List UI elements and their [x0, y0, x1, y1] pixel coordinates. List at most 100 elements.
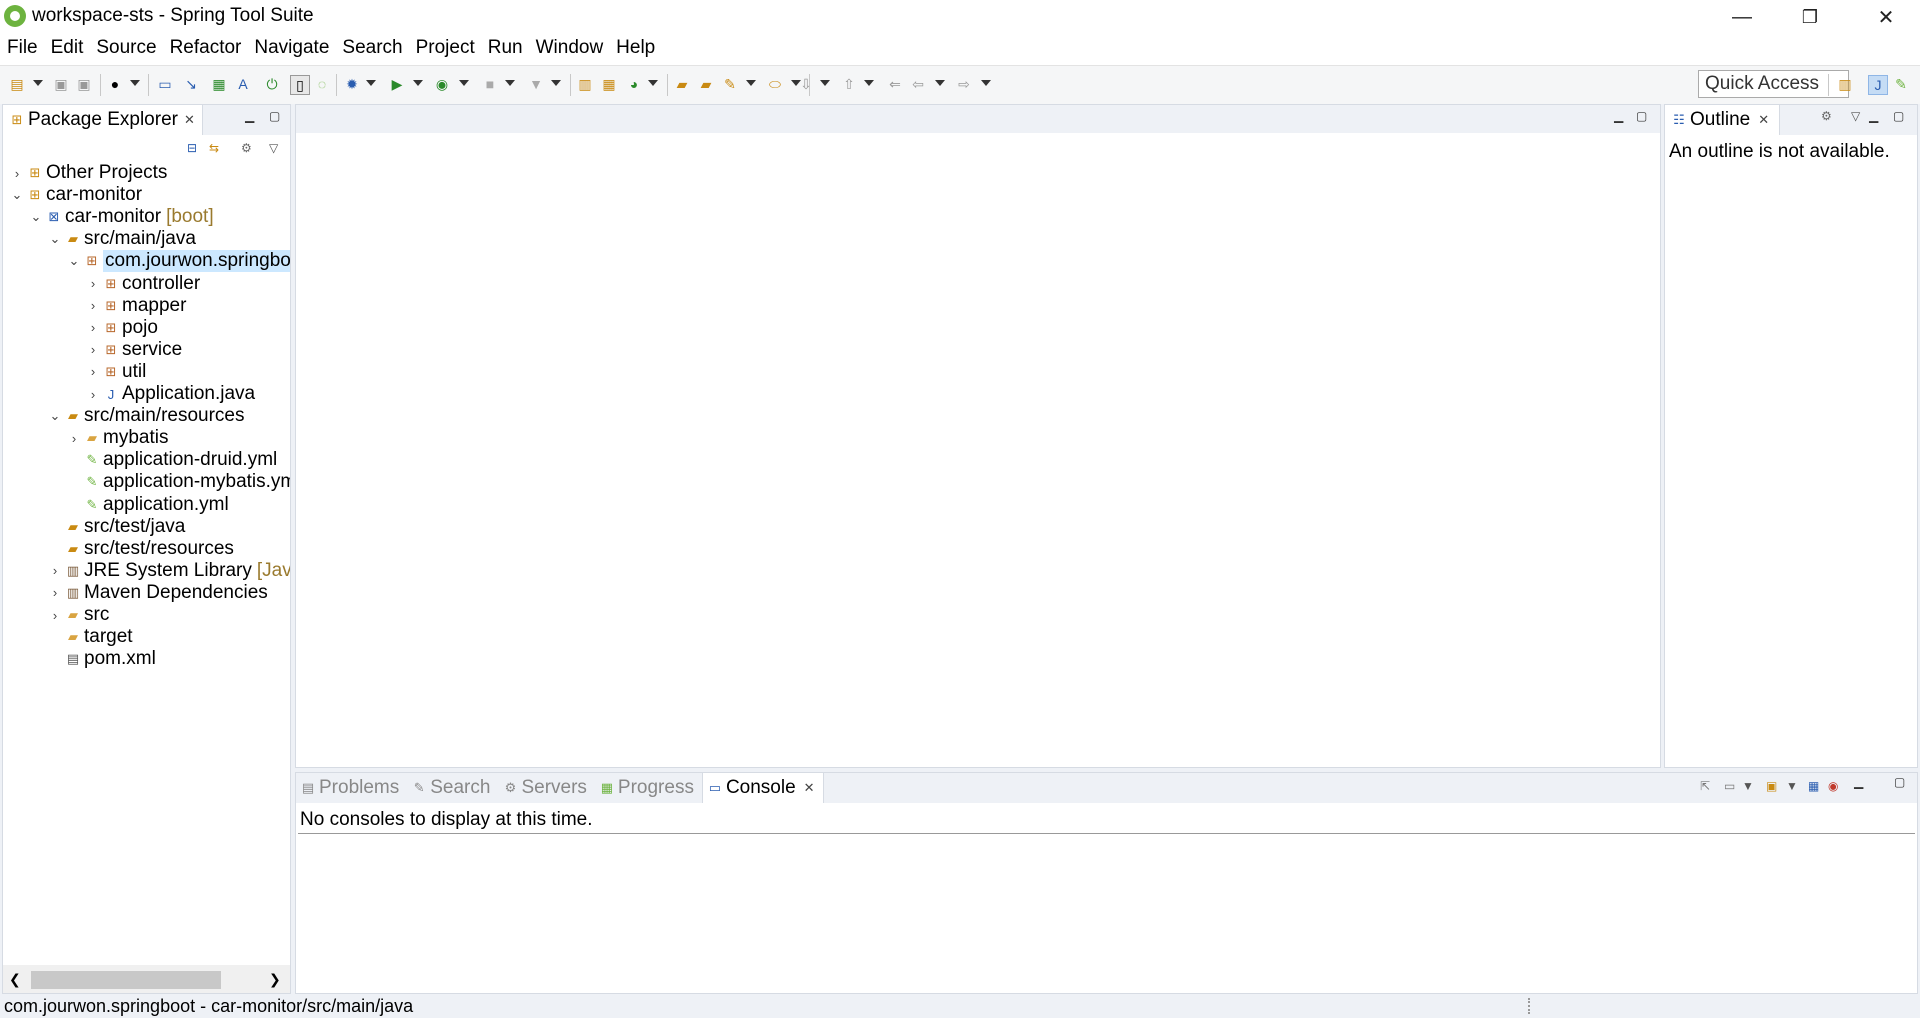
minimize-button[interactable]: — — [1708, 0, 1776, 34]
tab-console[interactable]: ▭ Console ✕ — [701, 773, 824, 803]
spring-boot-icon[interactable]: ⏻ — [263, 75, 281, 93]
menu-refactor[interactable]: Refactor — [163, 34, 248, 64]
collapsed-chevron-icon[interactable]: › — [85, 298, 101, 313]
menu-source[interactable]: Source — [89, 34, 162, 64]
new-java-project-icon[interactable]: ▥ — [576, 75, 594, 93]
last-edit-icon[interactable]: ⇐ — [886, 75, 904, 93]
collapsed-chevron-icon[interactable]: › — [85, 387, 101, 402]
next-annotation-icon[interactable]: ⇩ — [797, 75, 815, 93]
menu-edit[interactable]: Edit — [44, 34, 90, 64]
new-annotation-icon[interactable]: A — [234, 75, 252, 93]
back-dropdown-icon[interactable] — [935, 80, 945, 86]
collapsed-chevron-icon[interactable]: › — [85, 320, 101, 335]
terminate-dropdown-icon[interactable] — [505, 80, 515, 86]
expanded-chevron-icon[interactable]: ⌄ — [47, 408, 63, 424]
menu-search[interactable]: Search — [335, 34, 408, 64]
tab-problems[interactable]: ▤ Problems — [298, 777, 399, 799]
close-outline-icon[interactable]: ✕ — [1758, 112, 1769, 128]
save-all-icon[interactable]: ▣ — [75, 75, 93, 93]
open-task-icon[interactable]: ⬭ — [766, 75, 784, 93]
tab-package-explorer[interactable]: ⊞ Package Explorer ✕ — [3, 105, 203, 135]
new-class-icon[interactable]: ◕ — [625, 75, 643, 93]
debug-perspective-icon[interactable]: ✎ — [1892, 75, 1910, 93]
open-perspective-icon[interactable]: ▥ — [1836, 75, 1854, 93]
console-minimize-icon[interactable]: ▁ — [1854, 775, 1863, 789]
collapsed-chevron-icon[interactable]: › — [85, 364, 101, 379]
maximize-view-icon[interactable]: ▢ — [269, 109, 280, 123]
outline-minimize-icon[interactable]: ▁ — [1869, 109, 1878, 123]
display-console-icon[interactable]: ▭ — [1724, 779, 1735, 793]
scroll-thumb[interactable] — [31, 971, 221, 989]
minimize-view-icon[interactable]: ▁ — [245, 109, 254, 123]
forward-icon[interactable]: ⇨ — [955, 75, 973, 93]
java-perspective-icon[interactable]: J — [1868, 75, 1888, 95]
run-dropdown-icon[interactable] — [413, 80, 423, 86]
menu-navigate[interactable]: Navigate — [247, 34, 335, 64]
collapsed-chevron-icon[interactable]: › — [85, 276, 101, 291]
console-stop-icon[interactable]: ◉ — [1828, 779, 1838, 793]
dashboard-dropdown-icon[interactable] — [130, 80, 140, 86]
relaunch-icon[interactable]: ▼ — [527, 75, 545, 93]
console-maximize-icon[interactable]: ▢ — [1894, 775, 1905, 789]
open-console-icon[interactable]: ▭ — [156, 75, 174, 93]
tab-search[interactable]: ✎ Search — [409, 777, 491, 799]
new-class-dropdown-icon[interactable] — [648, 80, 658, 86]
open-folder-icon[interactable]: ▰ — [697, 75, 715, 93]
horizontal-scrollbar[interactable]: ❮ ❯ — [3, 965, 290, 993]
toggle-mark-icon[interactable]: ▯ — [290, 75, 310, 95]
next-annotation-dropdown-icon[interactable] — [820, 80, 830, 86]
coverage-icon[interactable]: ◉ — [433, 75, 451, 93]
expanded-chevron-icon[interactable]: ⌄ — [9, 187, 25, 203]
open-console-menu-icon[interactable]: ▼ — [1786, 779, 1798, 793]
expanded-chevron-icon[interactable]: ⌄ — [66, 253, 82, 269]
open-console-dropdown-icon[interactable]: ▣ — [1766, 779, 1777, 793]
menu-run[interactable]: Run — [481, 34, 529, 64]
tab-progress[interactable]: ▦ Progress — [597, 777, 694, 799]
prev-annotation-dropdown-icon[interactable] — [864, 80, 874, 86]
menu-window[interactable]: Window — [529, 34, 610, 64]
new-icon[interactable]: ▤ — [8, 75, 26, 93]
menu-file[interactable]: File — [0, 34, 44, 64]
spring-dashboard-icon[interactable]: ● — [106, 75, 124, 93]
display-console-dropdown-icon[interactable]: ▼ — [1742, 779, 1754, 793]
open-type-icon[interactable]: ▰ — [673, 75, 691, 93]
terminate-icon[interactable]: ■ — [481, 75, 499, 93]
close-view-icon[interactable]: ✕ — [184, 112, 195, 128]
outline-filter-icon[interactable]: ⚙ — [1821, 109, 1832, 123]
new-package-icon[interactable]: ▦ — [600, 75, 618, 93]
close-console-icon[interactable]: ✕ — [804, 780, 815, 796]
outline-menu-icon[interactable]: ▽ — [1851, 109, 1860, 123]
tab-outline[interactable]: ☷ Outline ✕ — [1665, 105, 1780, 135]
console-boot-icon[interactable]: ▦ — [1808, 779, 1819, 793]
back-icon[interactable]: ⇦ — [909, 75, 927, 93]
forward-dropdown-icon[interactable] — [981, 80, 991, 86]
collapsed-chevron-icon[interactable]: › — [85, 342, 101, 357]
collapsed-chevron-icon[interactable]: › — [47, 585, 63, 600]
debug-icon[interactable]: ✹ — [343, 75, 361, 93]
new-dropdown-icon[interactable] — [33, 80, 43, 86]
pin-console-icon[interactable]: ⇱ — [1700, 779, 1710, 793]
save-icon[interactable]: ▣ — [52, 75, 70, 93]
tab-servers[interactable]: ⚙ Servers — [500, 777, 587, 799]
editor-maximize-icon[interactable]: ▢ — [1636, 109, 1647, 123]
tree-item[interactable]: ▤ pom.xml — [47, 646, 156, 672]
skip-breakpoints-icon[interactable]: ↘ — [182, 75, 200, 93]
collapsed-chevron-icon[interactable]: › — [47, 608, 63, 623]
relaunch-dropdown-icon[interactable] — [551, 80, 561, 86]
new-web-service-icon[interactable]: ▦ — [210, 75, 228, 93]
expanded-chevron-icon[interactable]: ⌄ — [28, 209, 44, 225]
expanded-chevron-icon[interactable]: ⌄ — [47, 231, 63, 247]
debug-dropdown-icon[interactable] — [366, 80, 376, 86]
run-icon[interactable]: ▶ — [388, 75, 406, 93]
prev-annotation-icon[interactable]: ⇧ — [840, 75, 858, 93]
coverage-dropdown-icon[interactable] — [459, 80, 469, 86]
restore-button[interactable]: ❐ — [1776, 0, 1844, 34]
quick-access-field[interactable]: Quick Access — [1698, 70, 1849, 98]
outline-maximize-icon[interactable]: ▢ — [1893, 109, 1904, 123]
search-tool-icon[interactable]: ✎ — [721, 75, 739, 93]
editor-minimize-icon[interactable]: ▁ — [1614, 109, 1623, 123]
scroll-right-icon[interactable]: ❯ — [269, 971, 281, 988]
collapsed-chevron-icon[interactable]: › — [66, 431, 82, 446]
menu-project[interactable]: Project — [409, 34, 481, 64]
scroll-left-icon[interactable]: ❮ — [9, 971, 21, 988]
